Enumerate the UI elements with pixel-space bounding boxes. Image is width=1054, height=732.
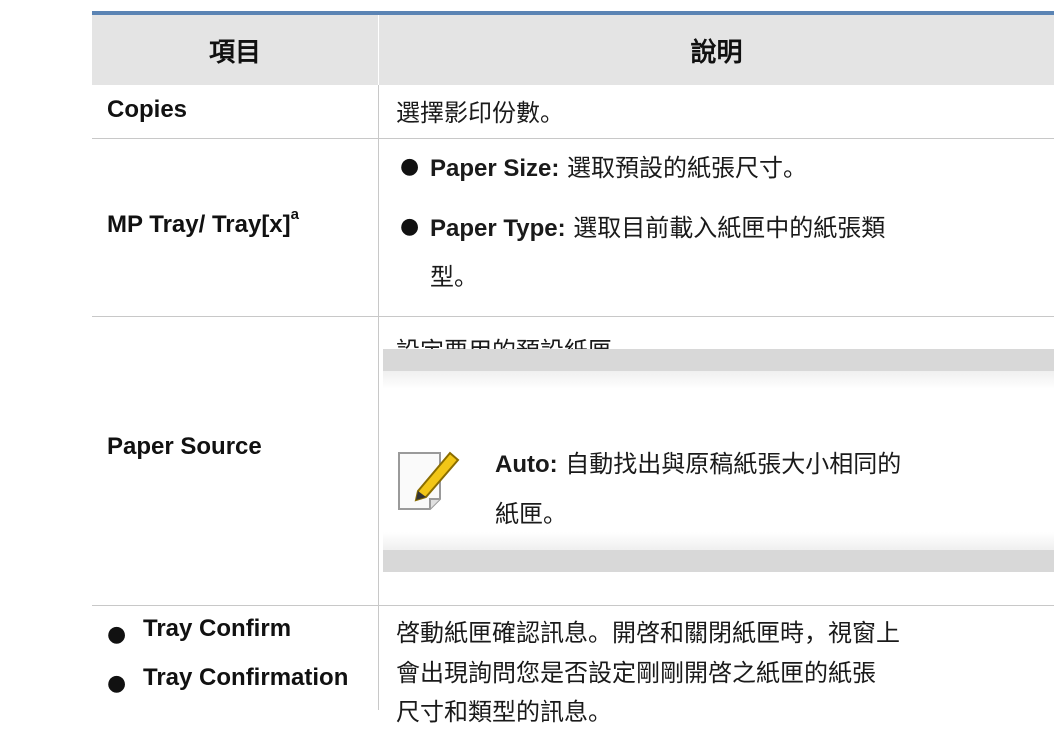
text-auto-line1: 自動找出與原稿紙張大小相同的 <box>565 450 902 478</box>
desc-tray-confirm-line1: 啓動紙匣確認訊息。開啓和關閉紙匣時，視窗上 <box>396 619 900 647</box>
text-paper-type-line2: 型。 <box>430 263 478 291</box>
desc-tray-confirm-line2: 會出現詢問您是否設定剛剛開啓之紙匣的紙張 <box>396 659 876 687</box>
item-tray-confirmation: Tray Confirmation <box>143 664 349 691</box>
desc-copies: 選擇影印份數。 <box>396 99 564 127</box>
bullet-dot-icon: ● <box>107 671 127 696</box>
header-description: 說明 <box>690 37 743 68</box>
text-auto-line2: 紙匣。 <box>495 500 567 528</box>
desc-paper-size: Paper Size: 選取預設的紙張尺寸。 <box>430 148 807 189</box>
note-pencil-icon <box>398 451 460 510</box>
item-mp-tray-label: MP Tray/ Tray[x] <box>107 211 291 238</box>
item-copies: Copies <box>107 96 188 123</box>
desc-paper-type: Paper Type: 選取目前載入紙匣中的紙張類 <box>430 208 885 249</box>
column-divider <box>378 85 379 710</box>
note-auto: Auto: 自動找出與原稿紙張大小相同的 <box>495 444 901 485</box>
footnote-marker: a <box>290 206 299 223</box>
text-paper-size: 選取預設的紙張尺寸。 <box>567 154 808 182</box>
note-top-band <box>383 349 1054 371</box>
header-item: 項目 <box>208 37 261 68</box>
term-paper-type: Paper Type: <box>430 215 566 242</box>
term-auto: Auto: <box>495 451 558 478</box>
bullet-dot-icon: ● <box>107 622 127 647</box>
bullet-dot-icon: ● <box>400 214 420 239</box>
item-paper-source: Paper Source <box>107 433 262 460</box>
item-mp-tray: MP Tray/ Tray[x]a <box>107 206 299 239</box>
row-divider <box>92 316 1054 317</box>
row-divider <box>92 138 1054 139</box>
header-column-divider <box>378 15 379 85</box>
desc-tray-confirm-line3: 尺寸和類型的訊息。 <box>396 698 612 726</box>
row-divider <box>92 605 1054 606</box>
note-bottom-band <box>383 550 1054 572</box>
text-paper-type-line1: 選取目前載入紙匣中的紙張類 <box>573 214 886 242</box>
item-tray-confirm: Tray Confirm <box>143 615 292 642</box>
bullet-dot-icon: ● <box>400 154 420 179</box>
term-paper-size: Paper Size: <box>430 155 560 182</box>
